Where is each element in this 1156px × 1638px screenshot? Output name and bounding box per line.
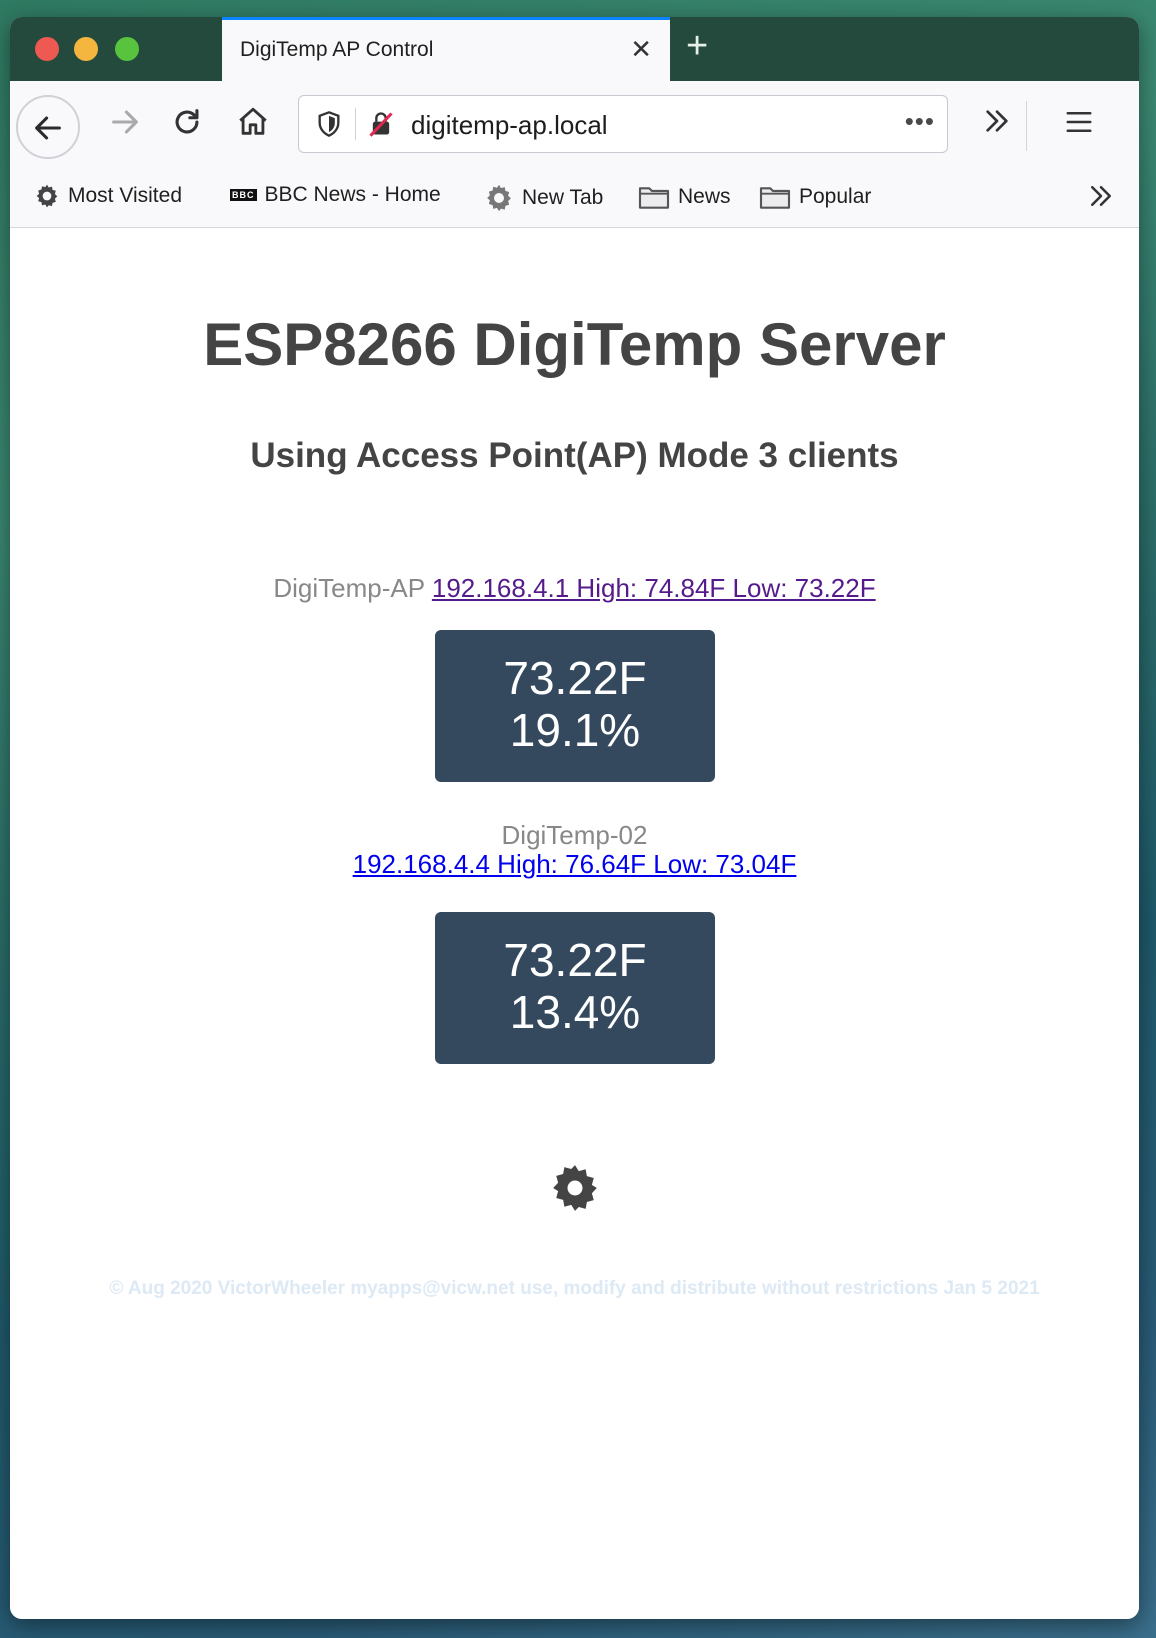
maximize-window-button[interactable] bbox=[115, 37, 139, 61]
sensor-2-reading-card: 73.22F 13.4% bbox=[435, 912, 715, 1064]
sensor-1-humidity: 19.1% bbox=[509, 704, 641, 756]
bookmark-label: News bbox=[678, 185, 731, 208]
settings-gear-icon[interactable] bbox=[550, 1163, 600, 1213]
close-window-button[interactable] bbox=[35, 37, 59, 61]
folder-icon bbox=[638, 187, 670, 209]
bookmark-most-visited[interactable]: Most Visited bbox=[34, 183, 182, 209]
address-bar[interactable]: digitemp-ap.local ••• bbox=[298, 95, 948, 153]
sensor-2-humidity: 13.4% bbox=[509, 986, 641, 1038]
minimize-window-button[interactable] bbox=[74, 37, 98, 61]
double-chevron-right-icon bbox=[1091, 186, 1111, 206]
bookmark-label: New Tab bbox=[522, 186, 604, 209]
sensor-2-header: 192.168.4.4 High: 76.64F Low: 73.04F bbox=[10, 849, 1139, 880]
gear-icon bbox=[36, 184, 58, 208]
bookmarks-toolbar: Most Visited BBC BBC News - Home New Tab… bbox=[10, 171, 1139, 228]
sensor-2-link[interactable]: 192.168.4.4 High: 76.64F Low: 73.04F bbox=[353, 849, 797, 879]
tab-title: DigiTemp AP Control bbox=[240, 38, 434, 61]
bookmarks-overflow-button[interactable] bbox=[1086, 181, 1116, 211]
title-bar: DigiTemp AP Control ✕ + bbox=[10, 17, 1139, 81]
urlbar-separator bbox=[355, 108, 356, 140]
page-title: ESP8266 DigiTemp Server bbox=[203, 311, 946, 378]
bookmark-folder-popular[interactable]: Popular bbox=[759, 183, 871, 211]
bookmark-label: Most Visited bbox=[68, 184, 182, 207]
page-content: ESP8266 DigiTemp Server Using Access Poi… bbox=[10, 228, 1139, 1619]
new-tab-button[interactable]: + bbox=[686, 25, 708, 68]
sensor-1-link[interactable]: 192.168.4.1 High: 74.84F Low: 73.22F bbox=[432, 573, 876, 603]
insecure-lock-icon[interactable] bbox=[367, 110, 395, 138]
menu-button[interactable] bbox=[1058, 105, 1100, 147]
bookmark-folder-news[interactable]: News bbox=[638, 183, 731, 211]
arrow-right-icon bbox=[112, 110, 138, 134]
footer-copyright: © Aug 2020 VictorWheeler myapps@vicw.net… bbox=[109, 1278, 1040, 1299]
bookmark-new-tab[interactable]: New Tab bbox=[484, 183, 603, 213]
bookmark-bbc-news-home[interactable]: BBC BBC News - Home bbox=[230, 183, 441, 207]
tab-close-icon[interactable]: ✕ bbox=[630, 34, 652, 65]
navigation-toolbar: digitemp-ap.local ••• bbox=[10, 81, 1139, 171]
hamburger-menu-icon bbox=[1066, 112, 1092, 132]
home-button[interactable] bbox=[232, 105, 274, 147]
bbc-icon: BBC bbox=[230, 189, 257, 201]
sensor-1-temperature: 73.22F bbox=[503, 652, 647, 704]
sensor-2-temperature: 73.22F bbox=[503, 934, 647, 986]
back-button[interactable] bbox=[16, 95, 80, 159]
reload-button[interactable] bbox=[166, 105, 208, 147]
sensor-1-reading-card: 73.22F 19.1% bbox=[435, 630, 715, 782]
reload-icon bbox=[175, 109, 199, 134]
gear-icon bbox=[487, 184, 511, 212]
sensor-1-name: DigiTemp-AP bbox=[273, 573, 425, 603]
home-icon bbox=[239, 107, 267, 135]
sensor-2-name: DigiTemp-02 bbox=[501, 820, 648, 850]
overflow-toolbar-button[interactable] bbox=[976, 105, 1018, 147]
bookmark-label: BBC News - Home bbox=[264, 183, 441, 206]
toolbar-separator bbox=[1026, 101, 1027, 151]
url-text[interactable]: digitemp-ap.local bbox=[411, 110, 608, 141]
double-chevron-right-icon bbox=[986, 110, 1008, 132]
sensor-1-header: DigiTemp-AP 192.168.4.1 High: 74.84F Low… bbox=[10, 573, 1139, 604]
folder-icon bbox=[759, 187, 791, 209]
tab-digitemp-ap-control[interactable]: DigiTemp AP Control ✕ bbox=[222, 17, 670, 81]
shield-icon[interactable] bbox=[315, 110, 343, 138]
page-subtitle: Using Access Point(AP) Mode 3 clients bbox=[250, 436, 899, 475]
arrow-left-icon bbox=[35, 116, 61, 140]
forward-button[interactable] bbox=[104, 105, 146, 147]
page-actions-icon[interactable]: ••• bbox=[905, 106, 935, 137]
browser-window: DigiTemp AP Control ✕ + digitemp-ap.loca… bbox=[10, 17, 1139, 1619]
bookmark-label: Popular bbox=[799, 185, 872, 208]
